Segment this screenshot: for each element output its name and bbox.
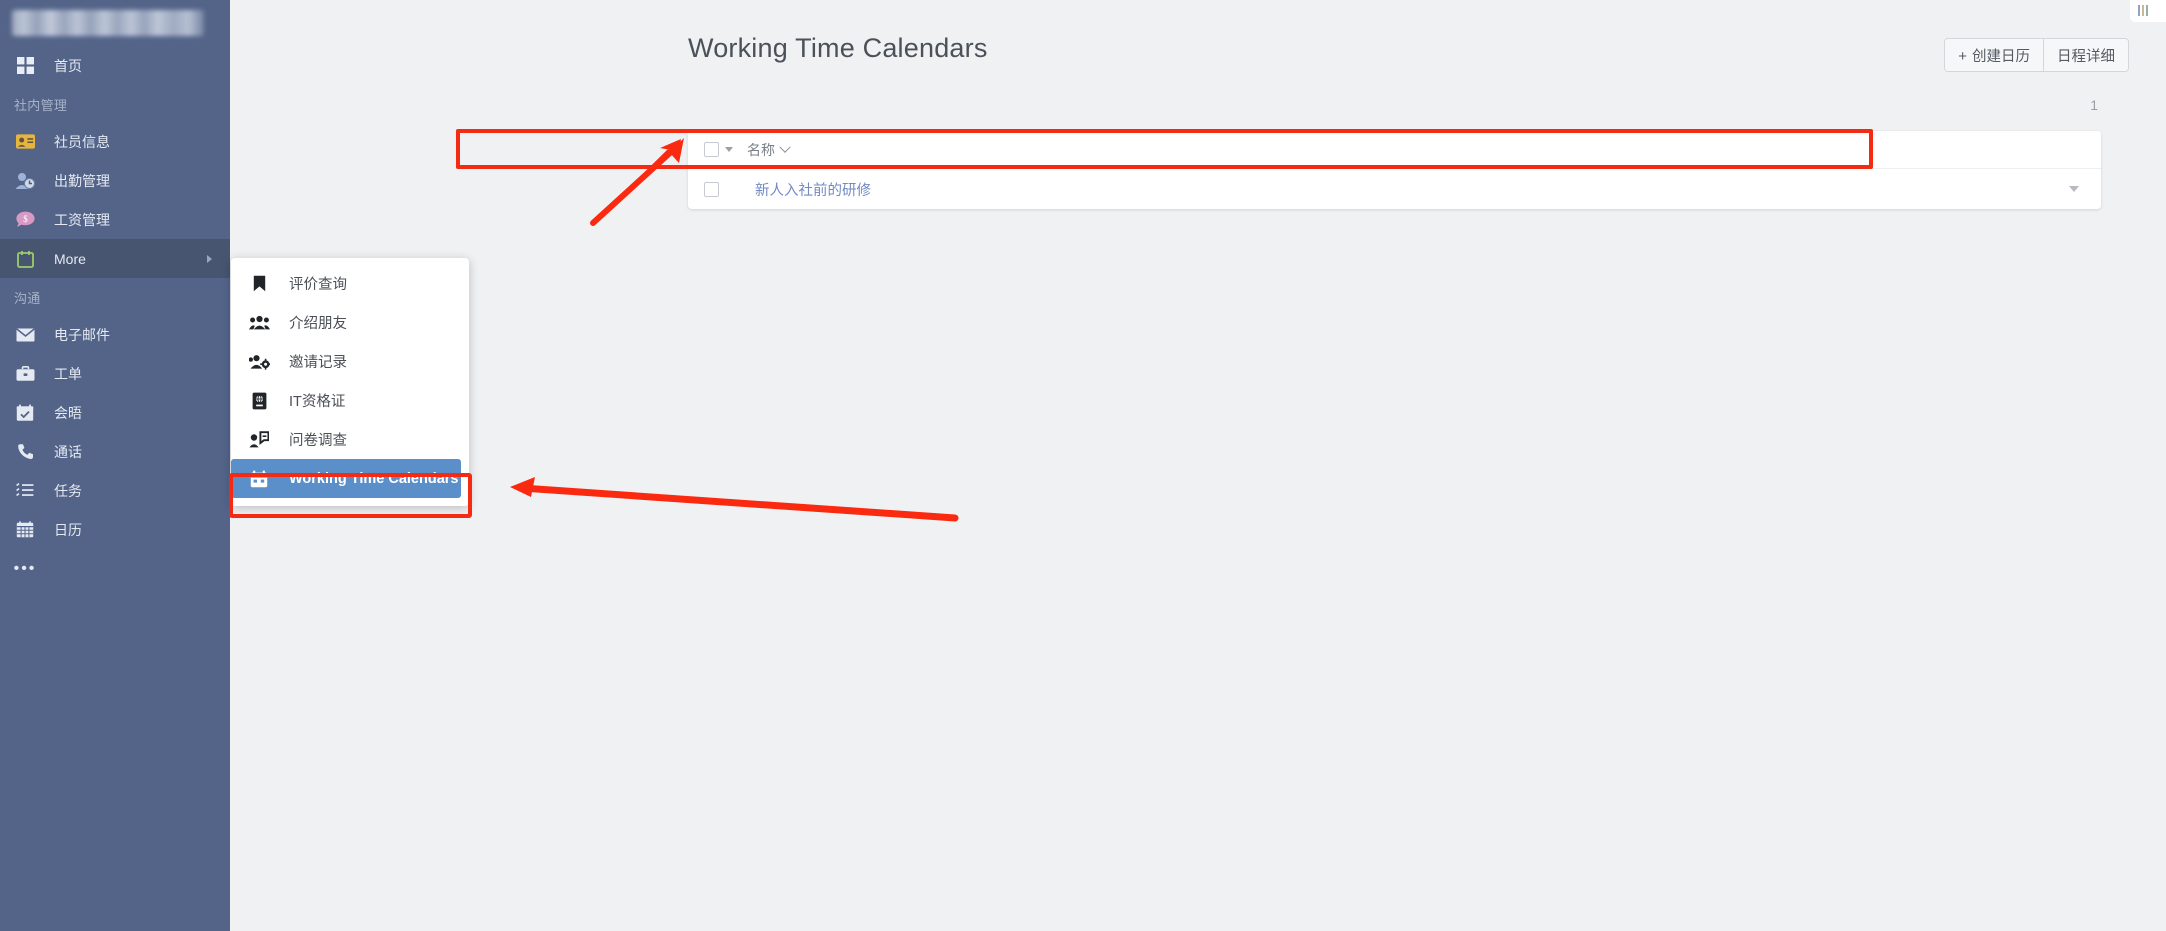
- row-name-link[interactable]: 新人入社前的研修: [755, 179, 871, 200]
- company-logo-blurred-icon: [12, 10, 204, 36]
- survey-icon: [247, 429, 271, 451]
- bookmark-icon: [247, 273, 271, 295]
- list-header-row[interactable]: 名称: [688, 131, 2101, 169]
- sidebar-item-label: 出勤管理: [54, 172, 110, 189]
- app-window: 首页 社内管理 社员信息 出勤管理 $ 工资管理 More 沟通 电子邮件 工单…: [0, 0, 2166, 931]
- submenu-item-label: 介绍朋友: [289, 316, 347, 332]
- users-cog-icon: [247, 351, 271, 373]
- sidebar-section-title-company: 社内管理: [14, 98, 68, 113]
- sidebar-item-tickets[interactable]: 工单: [0, 354, 230, 393]
- sort-chevron-icon: [779, 141, 791, 153]
- sidebar-item-home[interactable]: 首页: [0, 46, 230, 85]
- users-icon: [247, 312, 271, 334]
- submenu-item-invite-records[interactable]: 邀请记录: [231, 342, 469, 381]
- row-expand-caret-icon[interactable]: [2069, 186, 2079, 192]
- sidebar-item-label: 通话: [54, 443, 82, 460]
- grid-icon: [14, 55, 36, 77]
- svg-text:$: $: [23, 214, 28, 224]
- calendar-check-icon: [14, 402, 36, 424]
- passport-icon: [247, 390, 271, 412]
- sidebar-item-overflow[interactable]: •••: [0, 549, 230, 588]
- submenu-item-label: 问卷调查: [289, 433, 347, 449]
- chevron-down-icon[interactable]: [725, 147, 733, 152]
- schedule-detail-button[interactable]: 日程详细: [2043, 39, 2128, 71]
- column-header-name[interactable]: 名称: [747, 140, 791, 160]
- calendar-outline-icon: [14, 248, 36, 270]
- header-action-buttons: + 创建日历 日程详细: [1944, 38, 2129, 72]
- submenu-item-it-certificate[interactable]: IT资格证: [231, 381, 469, 420]
- create-calendar-label: 创建日历: [1972, 48, 2030, 65]
- record-count: 1: [2090, 97, 2098, 113]
- sidebar-item-label: 日历: [54, 521, 82, 538]
- sidebar-item-more[interactable]: More: [0, 239, 230, 278]
- sidebar-item-label: 工资管理: [54, 211, 110, 228]
- user-clock-icon: [14, 170, 36, 192]
- ellipsis-icon: •••: [14, 558, 36, 580]
- calendar-icon: [14, 519, 36, 541]
- submenu-item-evaluation-query[interactable]: 评价查询: [231, 264, 469, 303]
- sidebar-item-label: 会晤: [54, 404, 82, 421]
- sidebar-item-label: 首页: [54, 57, 82, 74]
- sidebar-item-label: More: [54, 250, 86, 267]
- submenu-item-label: 评价查询: [289, 277, 347, 293]
- sidebar-item-meetings[interactable]: 会晤: [0, 393, 230, 432]
- calendar-days-icon: [247, 468, 271, 490]
- sidebar-item-attendance[interactable]: 出勤管理: [0, 161, 230, 200]
- money-chat-icon: $: [14, 209, 36, 231]
- sidebar-logo[interactable]: [0, 0, 230, 46]
- id-card-icon: [14, 131, 36, 153]
- sidebar-item-tasks[interactable]: 任务: [0, 471, 230, 510]
- sidebar-item-email[interactable]: 电子邮件: [0, 315, 230, 354]
- column-header-label: 名称: [747, 141, 775, 158]
- task-list-icon: [14, 480, 36, 502]
- sidebar-item-calls[interactable]: 通话: [0, 432, 230, 471]
- envelope-icon: [14, 324, 36, 346]
- calendar-list-card: 名称 新人入社前的研修: [688, 131, 2101, 209]
- phone-icon: [14, 441, 36, 463]
- plus-icon: +: [1958, 47, 1967, 65]
- sidebar-item-label: 社员信息: [54, 133, 110, 150]
- sidebar-item-calendar[interactable]: 日历: [0, 510, 230, 549]
- table-row[interactable]: 新人入社前的研修: [688, 169, 2101, 209]
- submenu-item-refer-friend[interactable]: 介绍朋友: [231, 303, 469, 342]
- sidebar: 首页 社内管理 社员信息 出勤管理 $ 工资管理 More 沟通 电子邮件 工单…: [0, 0, 230, 931]
- page-title: Working Time Calendars: [688, 33, 988, 63]
- sidebar-item-label: 工单: [54, 365, 82, 382]
- ellipsis-glyph: •••: [13, 559, 37, 577]
- submenu-item-working-time-calendars[interactable]: Working Time Calendars: [231, 459, 461, 498]
- sidebar-item-employee-info[interactable]: 社员信息: [0, 122, 230, 161]
- briefcase-icon: [14, 363, 36, 385]
- more-submenu-popup: 评价查询 介绍朋友 邀请记录 IT资格证 问卷调查 Working Time C…: [231, 258, 469, 506]
- sidebar-item-label: 任务: [54, 482, 82, 499]
- chevron-right-icon: [207, 254, 212, 263]
- sidebar-item-payroll[interactable]: $ 工资管理: [0, 200, 230, 239]
- vertical-scrollbar[interactable]: [2159, 0, 2166, 931]
- main-content: Working Time Calendars + 创建日历 日程详细 1 名称 新…: [230, 0, 2166, 931]
- create-calendar-button[interactable]: + 创建日历: [1945, 39, 2043, 71]
- submenu-item-label: IT资格证: [289, 394, 346, 410]
- sidebar-section-title-communication: 沟通: [14, 291, 41, 306]
- select-all-checkbox[interactable]: [704, 142, 719, 157]
- submenu-item-label: Working Time Calendars: [289, 470, 459, 487]
- submenu-item-label: 邀请记录: [289, 355, 347, 371]
- sidebar-item-label: 电子邮件: [54, 326, 110, 343]
- row-checkbox[interactable]: [704, 181, 719, 197]
- submenu-item-questionnaire[interactable]: 问卷调查: [231, 420, 469, 459]
